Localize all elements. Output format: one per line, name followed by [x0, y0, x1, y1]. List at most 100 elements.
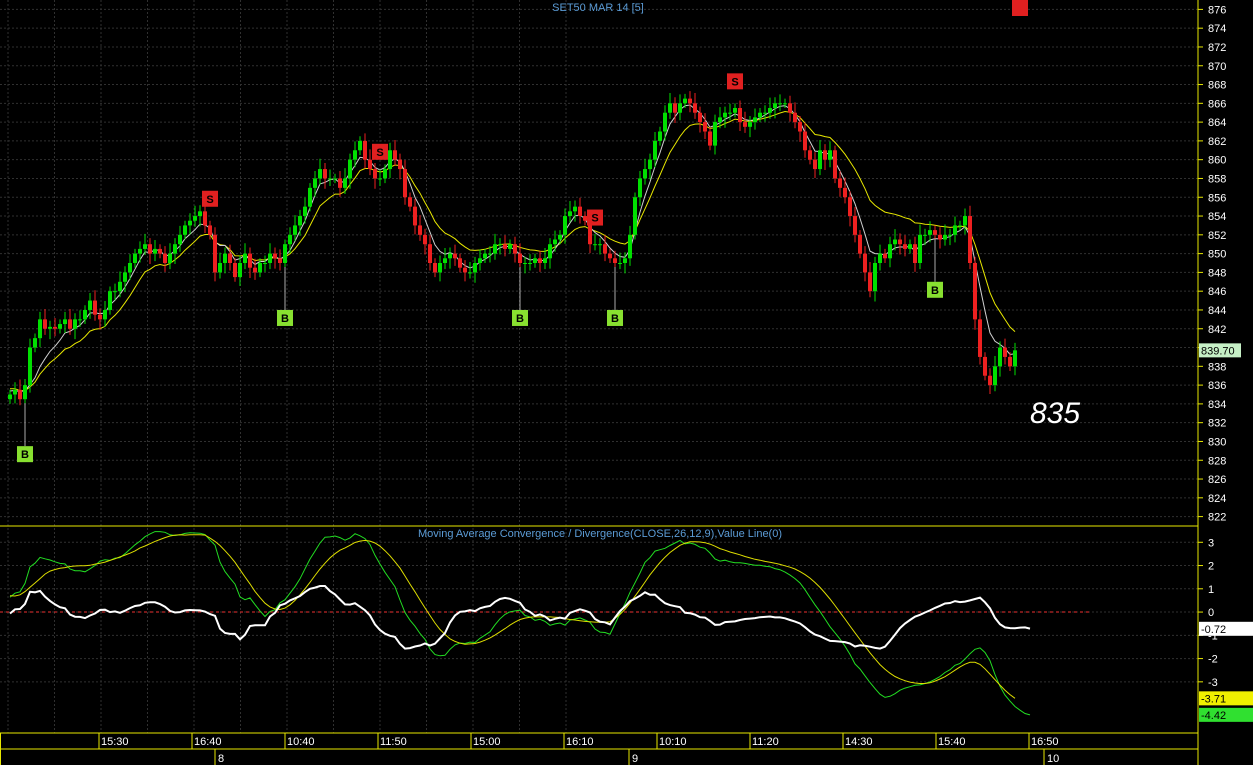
candle-body [858, 234, 862, 254]
candle-body [463, 267, 467, 273]
candle-body [818, 150, 822, 170]
candle-body [948, 234, 952, 236]
candle-body [108, 291, 112, 310]
candle-body [738, 108, 742, 123]
candle-body [278, 258, 282, 263]
candle-body [383, 169, 387, 179]
candle-body [733, 108, 737, 113]
candle-body [458, 258, 462, 268]
candle-body [748, 122, 752, 127]
candle-body [488, 253, 492, 255]
candle-body [978, 319, 982, 357]
candle-body [338, 178, 342, 188]
candle-body [473, 263, 477, 273]
candle-body [268, 253, 272, 263]
candle-body [328, 178, 332, 180]
buy-signal-label: B [21, 449, 29, 461]
day-label: 9 [632, 753, 638, 765]
candle-body [28, 347, 32, 386]
candle-body [253, 267, 257, 273]
candle-body [313, 178, 317, 188]
candle-body [928, 230, 932, 235]
candle-body [63, 319, 67, 325]
price-tick-label: 822 [1208, 512, 1226, 524]
candle-body [18, 389, 22, 400]
candle-body [288, 234, 292, 245]
candle-body [103, 309, 107, 320]
candle-body [58, 324, 62, 329]
candle-body [753, 117, 757, 123]
candle-body [763, 112, 767, 114]
candle-body [38, 319, 42, 339]
candle-body [623, 258, 627, 263]
candle-body [143, 244, 147, 249]
sell-signal-label: S [206, 194, 213, 206]
candle-body [403, 169, 407, 198]
price-tick-label: 854 [1208, 211, 1226, 223]
sell-signal-label: S [591, 213, 598, 225]
candle-body [533, 258, 537, 263]
candle-body [353, 150, 357, 160]
candle-body [393, 150, 397, 160]
candle-body [648, 159, 652, 170]
price-tick-label: 864 [1208, 117, 1226, 129]
candle-body [453, 253, 457, 259]
price-tick-label: 826 [1208, 474, 1226, 486]
candle-body [1008, 356, 1012, 367]
candle-body [883, 253, 887, 259]
candle-body [248, 253, 252, 268]
candle-body [593, 244, 597, 246]
candle-body [798, 122, 802, 132]
candle-body [378, 178, 382, 180]
candle-body [318, 169, 322, 179]
candle-body [113, 291, 117, 293]
buy-signal-label: B [611, 313, 619, 325]
candle-body [613, 258, 617, 263]
candle-body [138, 248, 142, 254]
candle-body [33, 338, 37, 348]
candle-body [223, 253, 227, 263]
candle-body [23, 385, 27, 400]
candle-body [448, 253, 452, 259]
candle-body [988, 375, 992, 386]
candle-body [518, 253, 522, 263]
candle-body [863, 253, 867, 273]
last-price-label: 839.70 [1201, 345, 1235, 357]
price-tick-label: 824 [1208, 493, 1226, 505]
candle-body [428, 244, 432, 263]
price-tick-label: 860 [1208, 155, 1226, 167]
candle-body [493, 244, 497, 254]
candle-body [203, 211, 207, 226]
time-label: 16:50 [1031, 736, 1059, 748]
price-tick-label: 866 [1208, 98, 1226, 110]
candle-body [578, 206, 582, 217]
time-label: 11:20 [752, 736, 779, 748]
candle-body [678, 103, 682, 113]
price-tick-label: 856 [1208, 192, 1226, 204]
candle-body [333, 178, 337, 180]
macd-value-label: -3.71 [1201, 693, 1226, 705]
price-tick-label: 848 [1208, 267, 1226, 279]
candle-body [243, 253, 247, 263]
candle-body [653, 140, 657, 160]
candle-body [233, 263, 237, 278]
sell-signal-label: S [376, 147, 383, 159]
candle-body [688, 98, 692, 104]
price-tick-label: 838 [1208, 361, 1226, 373]
candle-body [173, 244, 177, 254]
candle-body [323, 169, 327, 179]
candle-body [813, 159, 817, 170]
candle-body [993, 366, 997, 386]
candle-body [803, 131, 807, 151]
candle-body [903, 244, 907, 249]
candle-body [308, 187, 312, 207]
candle-body [408, 197, 412, 207]
price-tick-label: 858 [1208, 173, 1226, 185]
price-tick-label: 832 [1208, 418, 1226, 430]
candle-body [793, 112, 797, 123]
candle-body [133, 253, 137, 263]
candle-body [73, 319, 77, 329]
candle-body [178, 234, 182, 245]
candle-body [483, 253, 487, 259]
macd-title: Moving Average Convergence / Divergence(… [418, 528, 782, 540]
